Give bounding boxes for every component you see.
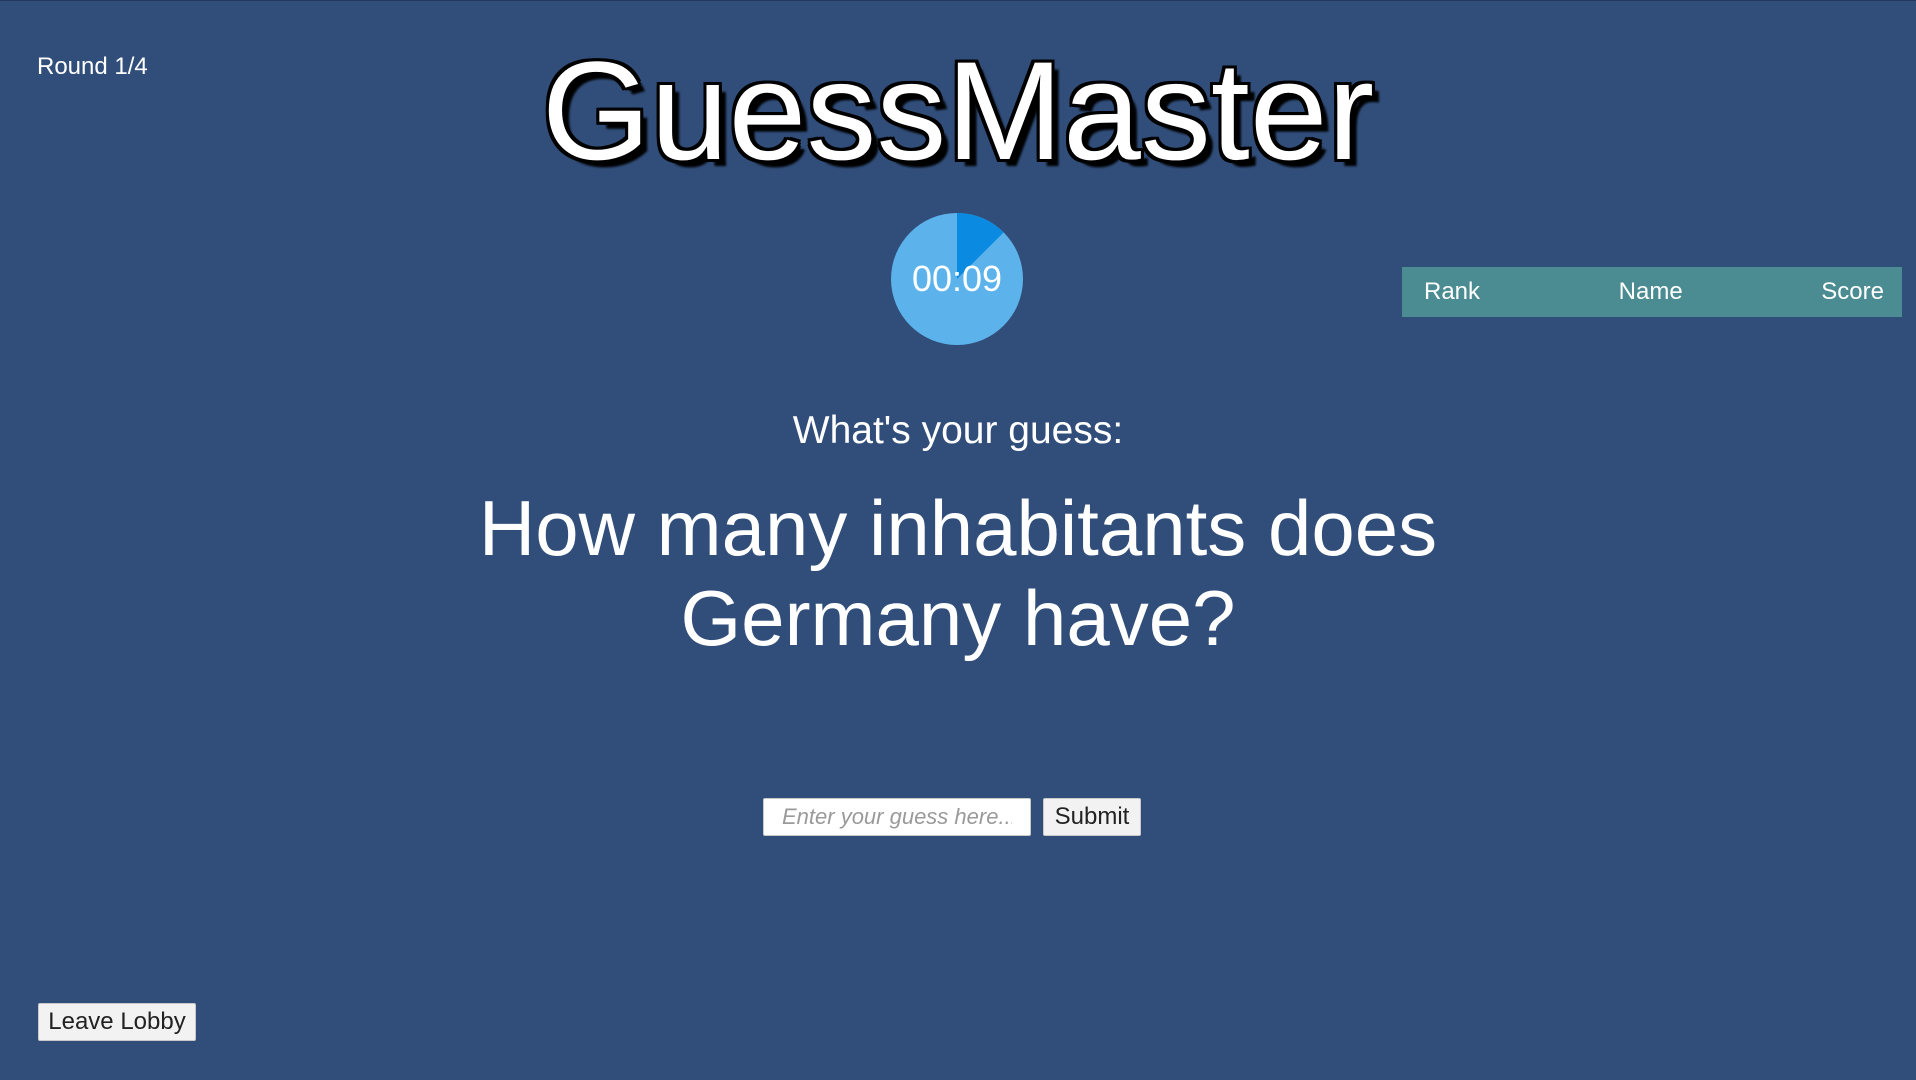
game-screen: Round 1/4 GuessMaster 00:09 What's your … xyxy=(0,0,1916,1080)
leaderboard-col-rank: Rank xyxy=(1424,278,1481,305)
timer-text: 00:09 xyxy=(911,258,1003,299)
submit-button[interactable]: Submit xyxy=(1043,798,1141,836)
app-title: GuessMaster xyxy=(541,32,1375,189)
countdown-timer: 00:09 xyxy=(891,213,1023,345)
leaderboard-col-name: Name xyxy=(1618,278,1683,305)
leaderboard-header: Rank Name Score xyxy=(1402,267,1902,317)
guess-prompt: What's your guess: xyxy=(792,409,1124,452)
guess-input[interactable] xyxy=(763,798,1031,836)
leave-lobby-button[interactable]: Leave Lobby xyxy=(38,1003,196,1041)
question-text: How many inhabitants does Germany have? xyxy=(478,484,1438,662)
leaderboard-col-score: Score xyxy=(1821,278,1884,305)
